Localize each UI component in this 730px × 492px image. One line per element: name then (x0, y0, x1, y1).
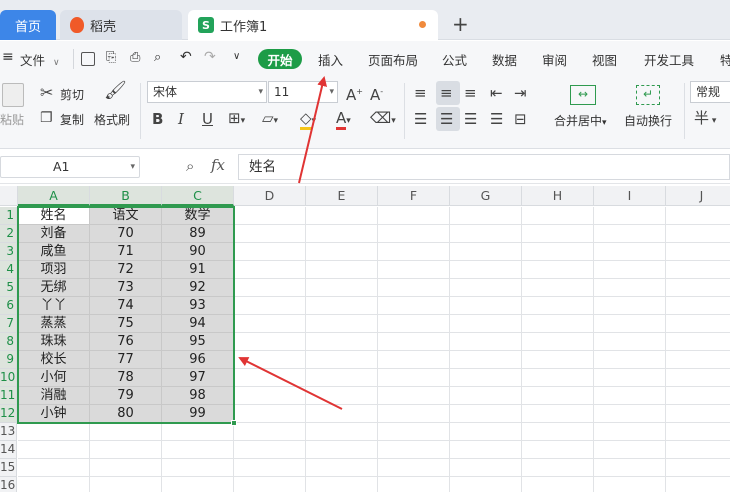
arrow-to-insert-tab (298, 76, 328, 184)
annotation-arrows (238, 76, 343, 410)
arrow-to-selection (238, 357, 343, 410)
